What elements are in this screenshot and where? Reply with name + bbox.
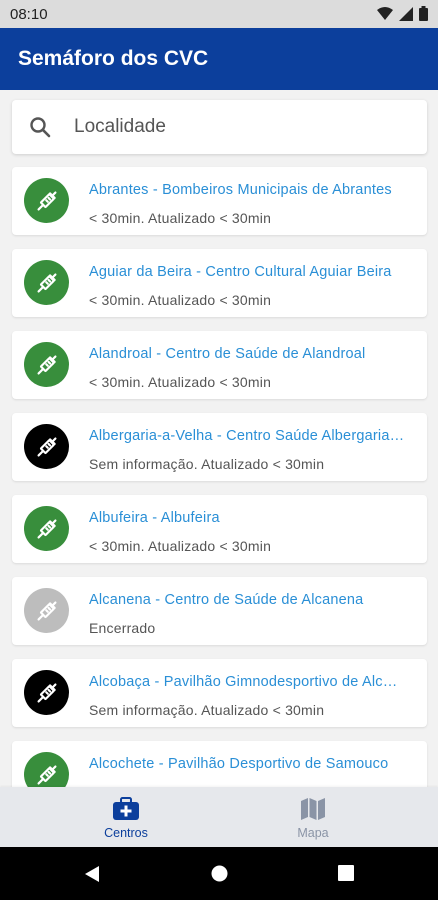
center-status: Encerrado <box>89 620 156 636</box>
center-name: Alcobaça - Pavilhão Gimnodesportivo de A… <box>89 674 398 690</box>
medical-kit-icon <box>113 797 139 820</box>
center-card[interactable]: Alcobaça - Pavilhão Gimnodesportivo de A… <box>12 659 427 727</box>
map-icon <box>301 798 325 820</box>
center-status-avatar <box>24 670 69 715</box>
syringe-icon <box>36 190 57 211</box>
nav-mapa-label: Mapa <box>297 826 329 840</box>
center-status: < 30min. Atualizado < 30min <box>89 292 272 308</box>
system-navigation-bar <box>0 847 438 900</box>
center-status-avatar <box>24 178 69 223</box>
bottom-navigation: Centros Mapa <box>0 787 438 847</box>
syringe-icon <box>36 764 57 785</box>
search-icon <box>30 117 51 138</box>
syringe-icon <box>36 518 57 539</box>
status-bar: 08:10 <box>0 0 438 28</box>
centers-list[interactable]: Abrantes - Bombeiros Municipais de Abran… <box>12 167 427 823</box>
center-status-avatar <box>24 588 69 633</box>
syringe-icon <box>36 600 57 621</box>
center-status-avatar <box>24 342 69 387</box>
wifi-icon <box>377 6 393 20</box>
center-name: Alandroal - Centro de Saúde de Alandroal <box>89 346 366 362</box>
syringe-icon <box>36 272 57 293</box>
nav-centros-label: Centros <box>104 826 148 840</box>
center-card[interactable]: Aguiar da Beira - Centro Cultural Aguiar… <box>12 249 427 317</box>
center-card[interactable]: Albergaria-a-Velha - Centro Saúde Alberg… <box>12 413 427 481</box>
center-status: < 30min. Atualizado < 30min <box>89 210 272 226</box>
center-name: Abrantes - Bombeiros Municipais de Abran… <box>89 182 392 198</box>
syringe-icon <box>36 436 57 457</box>
center-status: < 30min. Atualizado < 30min <box>89 374 272 390</box>
search-input[interactable] <box>74 112 404 142</box>
center-card[interactable]: Alandroal - Centro de Saúde de Alandroal… <box>12 331 427 399</box>
syringe-icon <box>36 682 57 703</box>
signal-icon <box>399 6 413 21</box>
recents-icon[interactable] <box>338 865 354 881</box>
app-bar: Semáforo dos CVC <box>0 28 438 90</box>
center-name: Alcochete - Pavilhão Desportivo de Samou… <box>89 756 389 772</box>
search-bar[interactable] <box>12 100 427 154</box>
nav-mapa[interactable]: Mapa <box>263 797 363 840</box>
syringe-icon <box>36 354 57 375</box>
center-name: Albufeira - Albufeira <box>89 510 220 526</box>
home-icon[interactable] <box>211 865 228 882</box>
status-icons <box>377 6 428 21</box>
center-name: Alcanena - Centro de Saúde de Alcanena <box>89 592 364 608</box>
battery-icon <box>419 6 428 21</box>
center-status-avatar <box>24 260 69 305</box>
center-status-avatar <box>24 506 69 551</box>
center-name: Aguiar da Beira - Centro Cultural Aguiar… <box>89 264 392 280</box>
nav-centros[interactable]: Centros <box>76 797 176 840</box>
center-status: Sem informação. Atualizado < 30min <box>89 456 325 472</box>
center-status-avatar <box>24 424 69 469</box>
center-name: Albergaria-a-Velha - Centro Saúde Alberg… <box>89 428 405 444</box>
page-title: Semáforo dos CVC <box>18 47 209 70</box>
center-card[interactable]: Abrantes - Bombeiros Municipais de Abran… <box>12 167 427 235</box>
status-time: 08:10 <box>10 6 48 23</box>
back-icon[interactable] <box>84 865 100 883</box>
center-card[interactable]: Alcanena - Centro de Saúde de Alcanena E… <box>12 577 427 645</box>
center-status: < 30min. Atualizado < 30min <box>89 538 272 554</box>
center-card[interactable]: Albufeira - Albufeira < 30min. Atualizad… <box>12 495 427 563</box>
center-status: Sem informação. Atualizado < 30min <box>89 702 325 718</box>
